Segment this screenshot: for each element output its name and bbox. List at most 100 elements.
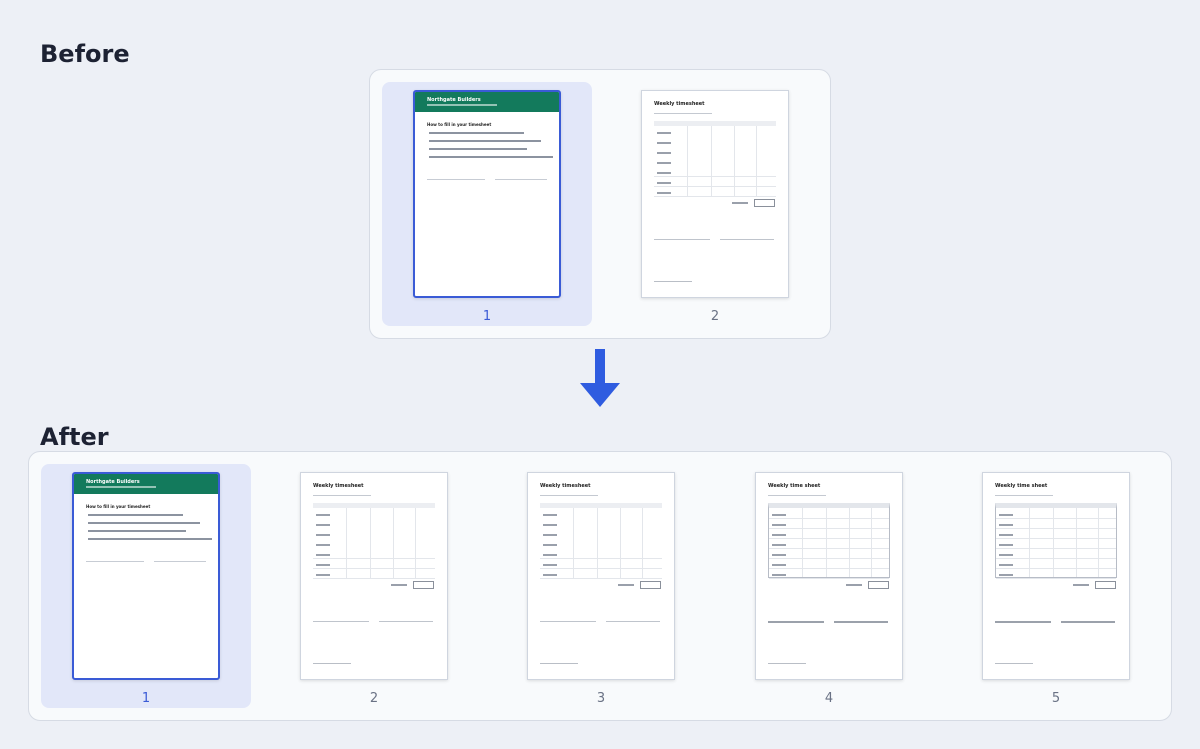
page-preview: Weekly time sheet bbox=[982, 472, 1130, 680]
page-preview: Northgate Builders How to fill in your ti… bbox=[72, 472, 220, 680]
day-label bbox=[316, 574, 330, 576]
cover-subtitle-line bbox=[86, 486, 156, 488]
timesheet-title: Weekly timesheet bbox=[540, 483, 591, 489]
page-preview: Weekly time sheet bbox=[755, 472, 903, 680]
supervisor-signature-line bbox=[834, 621, 888, 623]
table-row-divider bbox=[654, 196, 776, 197]
timesheet-table bbox=[540, 503, 662, 579]
page-number: 5 bbox=[1051, 691, 1061, 706]
day-label bbox=[772, 514, 786, 516]
page-thumbnail-1[interactable]: Northgate Builders How to fill in your ti… bbox=[41, 464, 251, 708]
page-thumbnail-5[interactable]: Weekly time sheet 5 bbox=[951, 464, 1161, 708]
page-number: 2 bbox=[369, 691, 379, 706]
cover-instructions-heading: How to fill in your timesheet bbox=[86, 504, 151, 509]
table-row-divider bbox=[540, 568, 662, 569]
day-label bbox=[999, 544, 1013, 546]
day-label bbox=[999, 534, 1013, 536]
footer-text bbox=[654, 281, 692, 282]
employee-signature-line bbox=[768, 621, 824, 623]
cover-instructions-heading: How to fill in your timesheet bbox=[427, 122, 492, 127]
signature-field bbox=[427, 179, 485, 180]
timesheet-name-line bbox=[313, 495, 371, 496]
page-thumbnail-2[interactable]: Weekly timesheet 2 bbox=[269, 464, 479, 708]
table-row-divider bbox=[996, 528, 1116, 529]
instruction-line bbox=[88, 538, 212, 540]
page-number: 1 bbox=[141, 691, 151, 706]
employee-signature-line bbox=[540, 621, 596, 622]
page-thumbnail-1[interactable]: Northgate Builders How to fill in your ti… bbox=[382, 82, 592, 326]
instruction-line bbox=[429, 148, 527, 150]
page-number: 3 bbox=[596, 691, 606, 706]
day-label bbox=[772, 544, 786, 546]
cover-subtitle-line bbox=[427, 104, 497, 106]
day-label bbox=[657, 182, 671, 184]
day-label bbox=[543, 554, 557, 556]
day-label bbox=[999, 514, 1013, 516]
arrow-down-icon bbox=[580, 349, 620, 407]
total-hours-box bbox=[1095, 581, 1116, 589]
timesheet-table bbox=[768, 503, 890, 579]
page-preview: Northgate Builders How to fill in your ti… bbox=[413, 90, 561, 298]
day-label bbox=[772, 554, 786, 556]
instruction-line bbox=[429, 132, 524, 134]
timesheet-name-line bbox=[654, 113, 712, 114]
supervisor-signature-line bbox=[720, 239, 774, 240]
footer-text bbox=[540, 663, 578, 664]
day-label bbox=[999, 564, 1013, 566]
day-label bbox=[999, 554, 1013, 556]
timesheet-title: Weekly timesheet bbox=[654, 101, 705, 107]
day-label bbox=[772, 534, 786, 536]
table-row-divider bbox=[996, 558, 1116, 559]
day-label bbox=[657, 192, 671, 194]
employee-signature-line bbox=[654, 239, 710, 240]
table-row-divider bbox=[540, 578, 662, 579]
table-row-divider bbox=[769, 578, 889, 579]
timesheet-table bbox=[995, 503, 1117, 579]
supervisor-signature-line bbox=[606, 621, 660, 622]
day-label bbox=[772, 524, 786, 526]
page-thumbnail-2[interactable]: Weekly timesheet 2 bbox=[610, 82, 820, 326]
total-hours-box bbox=[754, 199, 775, 207]
date-field bbox=[154, 561, 206, 562]
supervisor-signature-line bbox=[379, 621, 433, 622]
timesheet-title: Weekly time sheet bbox=[995, 483, 1048, 489]
table-row-divider bbox=[769, 558, 889, 559]
table-row-divider bbox=[996, 518, 1116, 519]
table-row-divider bbox=[654, 176, 776, 177]
day-label bbox=[543, 574, 557, 576]
timesheet-table bbox=[654, 121, 776, 197]
employee-signature-line bbox=[313, 621, 369, 622]
total-hours-label bbox=[1073, 584, 1089, 586]
day-label bbox=[543, 534, 557, 536]
day-label bbox=[316, 514, 330, 516]
day-label bbox=[316, 534, 330, 536]
timesheet-name-line bbox=[540, 495, 598, 496]
day-label bbox=[657, 152, 671, 154]
total-hours-box bbox=[413, 581, 434, 589]
timesheet-title: Weekly time sheet bbox=[768, 483, 821, 489]
table-row-divider bbox=[313, 568, 435, 569]
page-preview: Weekly timesheet bbox=[300, 472, 448, 680]
total-hours-label bbox=[846, 584, 862, 586]
total-hours-label bbox=[732, 202, 748, 204]
total-hours-label bbox=[391, 584, 407, 586]
instruction-line bbox=[429, 140, 541, 142]
supervisor-signature-line bbox=[1061, 621, 1115, 623]
day-label bbox=[657, 162, 671, 164]
day-label bbox=[772, 574, 786, 576]
after-heading: After bbox=[40, 423, 109, 451]
table-row-divider bbox=[313, 558, 435, 559]
instruction-line bbox=[88, 514, 183, 516]
table-row-divider bbox=[769, 538, 889, 539]
page-thumbnail-4[interactable]: Weekly time sheet 4 bbox=[724, 464, 934, 708]
employee-signature-line bbox=[995, 621, 1051, 623]
table-row-divider bbox=[769, 528, 889, 529]
day-label bbox=[543, 544, 557, 546]
before-heading: Before bbox=[40, 40, 130, 68]
page-thumbnail-3[interactable]: Weekly timesheet 3 bbox=[496, 464, 706, 708]
total-hours-label bbox=[618, 584, 634, 586]
table-row-divider bbox=[313, 578, 435, 579]
page-preview: Weekly timesheet bbox=[641, 90, 789, 298]
table-row-divider bbox=[996, 568, 1116, 569]
day-label bbox=[657, 142, 671, 144]
